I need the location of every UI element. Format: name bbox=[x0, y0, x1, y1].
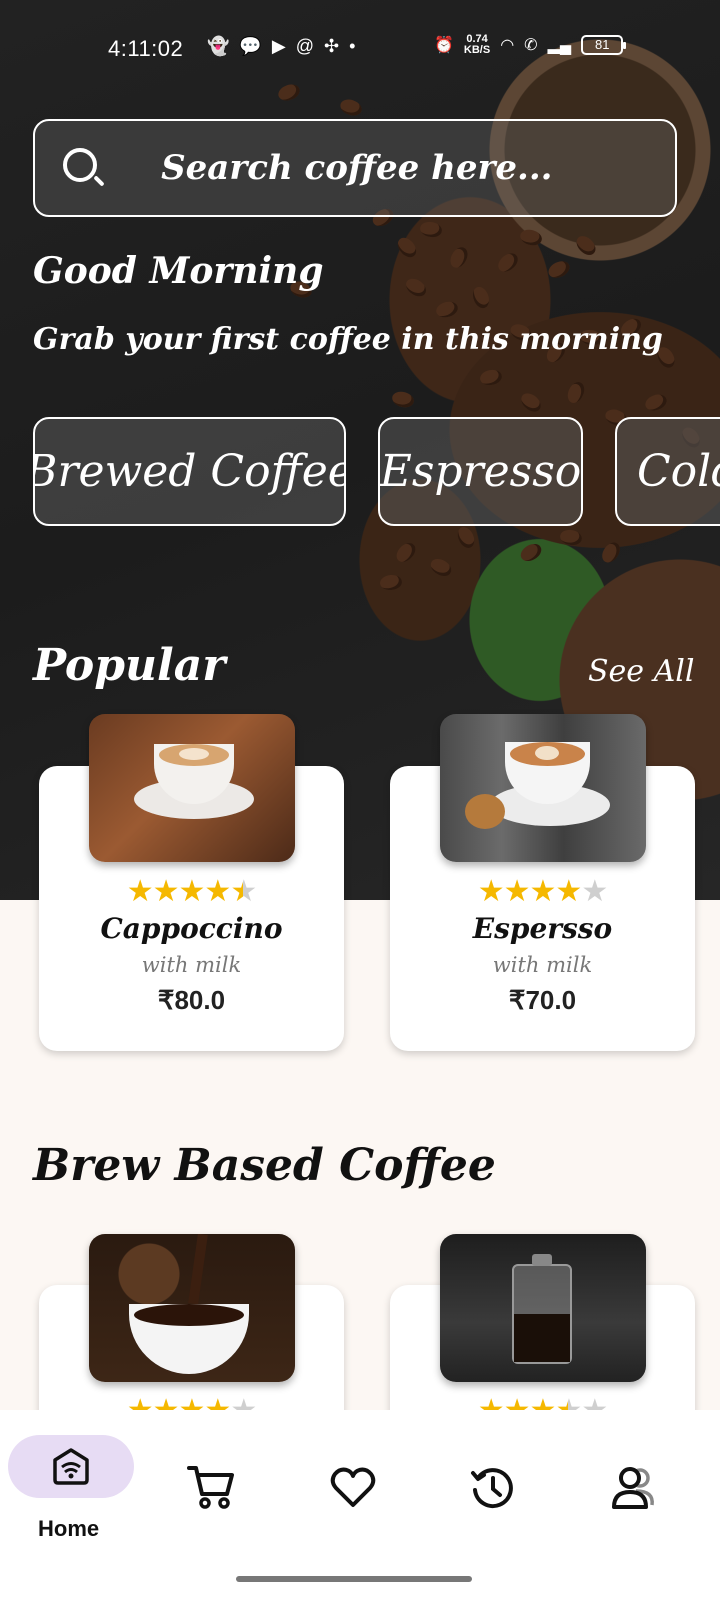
history-icon bbox=[471, 1468, 513, 1509]
see-all-link[interactable]: See All bbox=[588, 654, 694, 689]
status-time: 4:11:02 bbox=[108, 36, 184, 61]
chat-bubble-icon: 💬 bbox=[239, 36, 262, 56]
category-list: Brewed Coffee Espresso Cold bbox=[33, 417, 720, 527]
search-input[interactable] bbox=[161, 148, 675, 188]
greeting-subtitle: Grab your first coffee in this morning bbox=[33, 322, 663, 357]
status-bar: 4:11:02 👻 💬 ▶ @ ✣ • ⏰ 0.74 KB/S ◠ ✆ ▂▄ 8… bbox=[0, 0, 720, 95]
threads-icon: @ bbox=[295, 36, 314, 56]
wifi-call-icon: ✆ bbox=[524, 37, 538, 54]
alarm-icon: ⏰ bbox=[434, 37, 454, 54]
brew-based-section-title: Brew Based Coffee bbox=[33, 1140, 496, 1191]
category-chip-espresso[interactable]: Espresso bbox=[378, 417, 583, 526]
heart-icon bbox=[330, 1467, 376, 1507]
wifi-icon: ◠ bbox=[500, 37, 515, 54]
nav-cart-button[interactable] bbox=[185, 1460, 245, 1520]
system-icons: ⏰ 0.74 KB/S ◠ ✆ ▂▄ 81 bbox=[434, 33, 627, 56]
product-name: Espersso bbox=[472, 912, 613, 945]
category-chip-brewed-coffee[interactable]: Brewed Coffee bbox=[33, 417, 346, 526]
popular-section-title: Popular bbox=[33, 640, 226, 691]
signal-icon: ▂▄ bbox=[547, 37, 572, 54]
nav-history-button[interactable] bbox=[470, 1465, 520, 1515]
product-image-brew-1 bbox=[89, 1234, 295, 1382]
nav-home-label: Home bbox=[38, 1516, 100, 1541]
rating-stars-cappoccino: ★★★★★ bbox=[126, 874, 257, 909]
product-name: Cappoccino bbox=[100, 912, 283, 945]
pinwheel-icon: ✣ bbox=[323, 36, 340, 56]
search-icon[interactable] bbox=[35, 119, 111, 217]
notification-icons: 👻 💬 ▶ @ ✣ • bbox=[207, 36, 355, 57]
product-subtitle: with milk bbox=[492, 953, 593, 977]
greeting-title: Good Morning bbox=[33, 250, 324, 292]
gesture-navigation-bar[interactable] bbox=[236, 1576, 472, 1582]
network-speed: 0.74 KB/S bbox=[463, 33, 491, 56]
product-image-espersso bbox=[440, 714, 646, 862]
home-wifi-icon bbox=[53, 1448, 89, 1485]
snapchat-icon: 👻 bbox=[207, 36, 230, 56]
product-price: ₹80.0 bbox=[157, 985, 226, 1015]
product-price: ₹70.0 bbox=[508, 985, 577, 1015]
rating-stars-espersso: ★★★★★ bbox=[477, 874, 608, 909]
youtube-icon: ▶ bbox=[271, 36, 286, 56]
nav-favorites-button[interactable] bbox=[330, 1465, 380, 1515]
battery-icon: 81 bbox=[581, 35, 627, 55]
nav-profile-button[interactable] bbox=[610, 1465, 665, 1515]
more-dot-icon: • bbox=[349, 36, 356, 56]
category-chip-cold[interactable]: Cold bbox=[615, 417, 720, 526]
cart-icon bbox=[187, 1466, 234, 1509]
product-subtitle: with milk bbox=[141, 953, 242, 977]
product-image-cappoccino bbox=[89, 714, 295, 862]
profile-icon bbox=[612, 1467, 654, 1509]
bottom-navigation: Home bbox=[0, 1410, 720, 1600]
product-image-brew-2 bbox=[440, 1234, 646, 1382]
search-bar[interactable] bbox=[33, 119, 677, 217]
